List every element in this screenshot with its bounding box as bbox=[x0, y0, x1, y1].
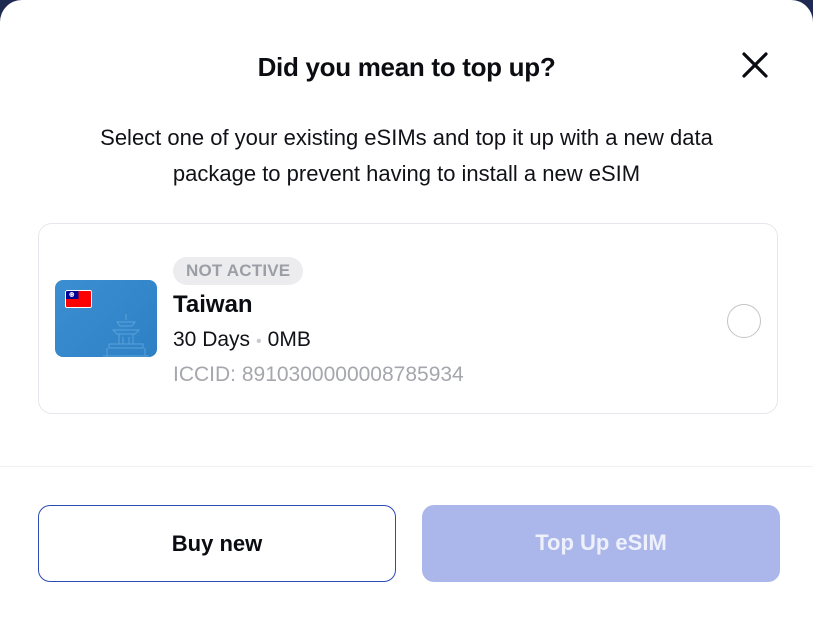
dialog-title: Did you mean to top up? bbox=[257, 52, 556, 82]
close-button[interactable] bbox=[736, 46, 774, 84]
esim-select-radio[interactable] bbox=[727, 304, 761, 338]
esim-card-image bbox=[55, 280, 157, 357]
esim-details: 30 Days • 0MB bbox=[173, 328, 311, 352]
footer-divider bbox=[0, 466, 813, 467]
status-badge: NOT ACTIVE bbox=[173, 257, 304, 285]
top-up-dialog: Did you mean to top up? Select one of yo… bbox=[0, 0, 813, 630]
top-up-esim-button[interactable]: Top Up eSIM bbox=[422, 505, 780, 582]
esim-option-card[interactable]: NOT ACTIVE Taiwan 30 Days • 0MB ICCID: 891… bbox=[38, 223, 778, 414]
esim-data-remaining: 0MB bbox=[267, 328, 311, 351]
buy-new-button[interactable]: Buy new bbox=[38, 505, 396, 582]
dialog-subtitle: Select one of your existing eSIMs and to… bbox=[20, 120, 793, 192]
esim-iccid: ICCID: 8910300000008785934 bbox=[173, 363, 464, 386]
close-icon bbox=[736, 46, 774, 84]
taiwan-flag-icon bbox=[65, 290, 92, 308]
esim-country: Taiwan bbox=[173, 291, 253, 318]
subtitle-line-1: Select one of your existing eSIMs and to… bbox=[100, 125, 713, 150]
detail-separator: • bbox=[256, 333, 262, 350]
landmark-illustration-icon bbox=[99, 310, 153, 357]
esim-duration: 30 Days bbox=[173, 328, 251, 351]
subtitle-line-2: package to prevent having to install a n… bbox=[172, 161, 641, 186]
